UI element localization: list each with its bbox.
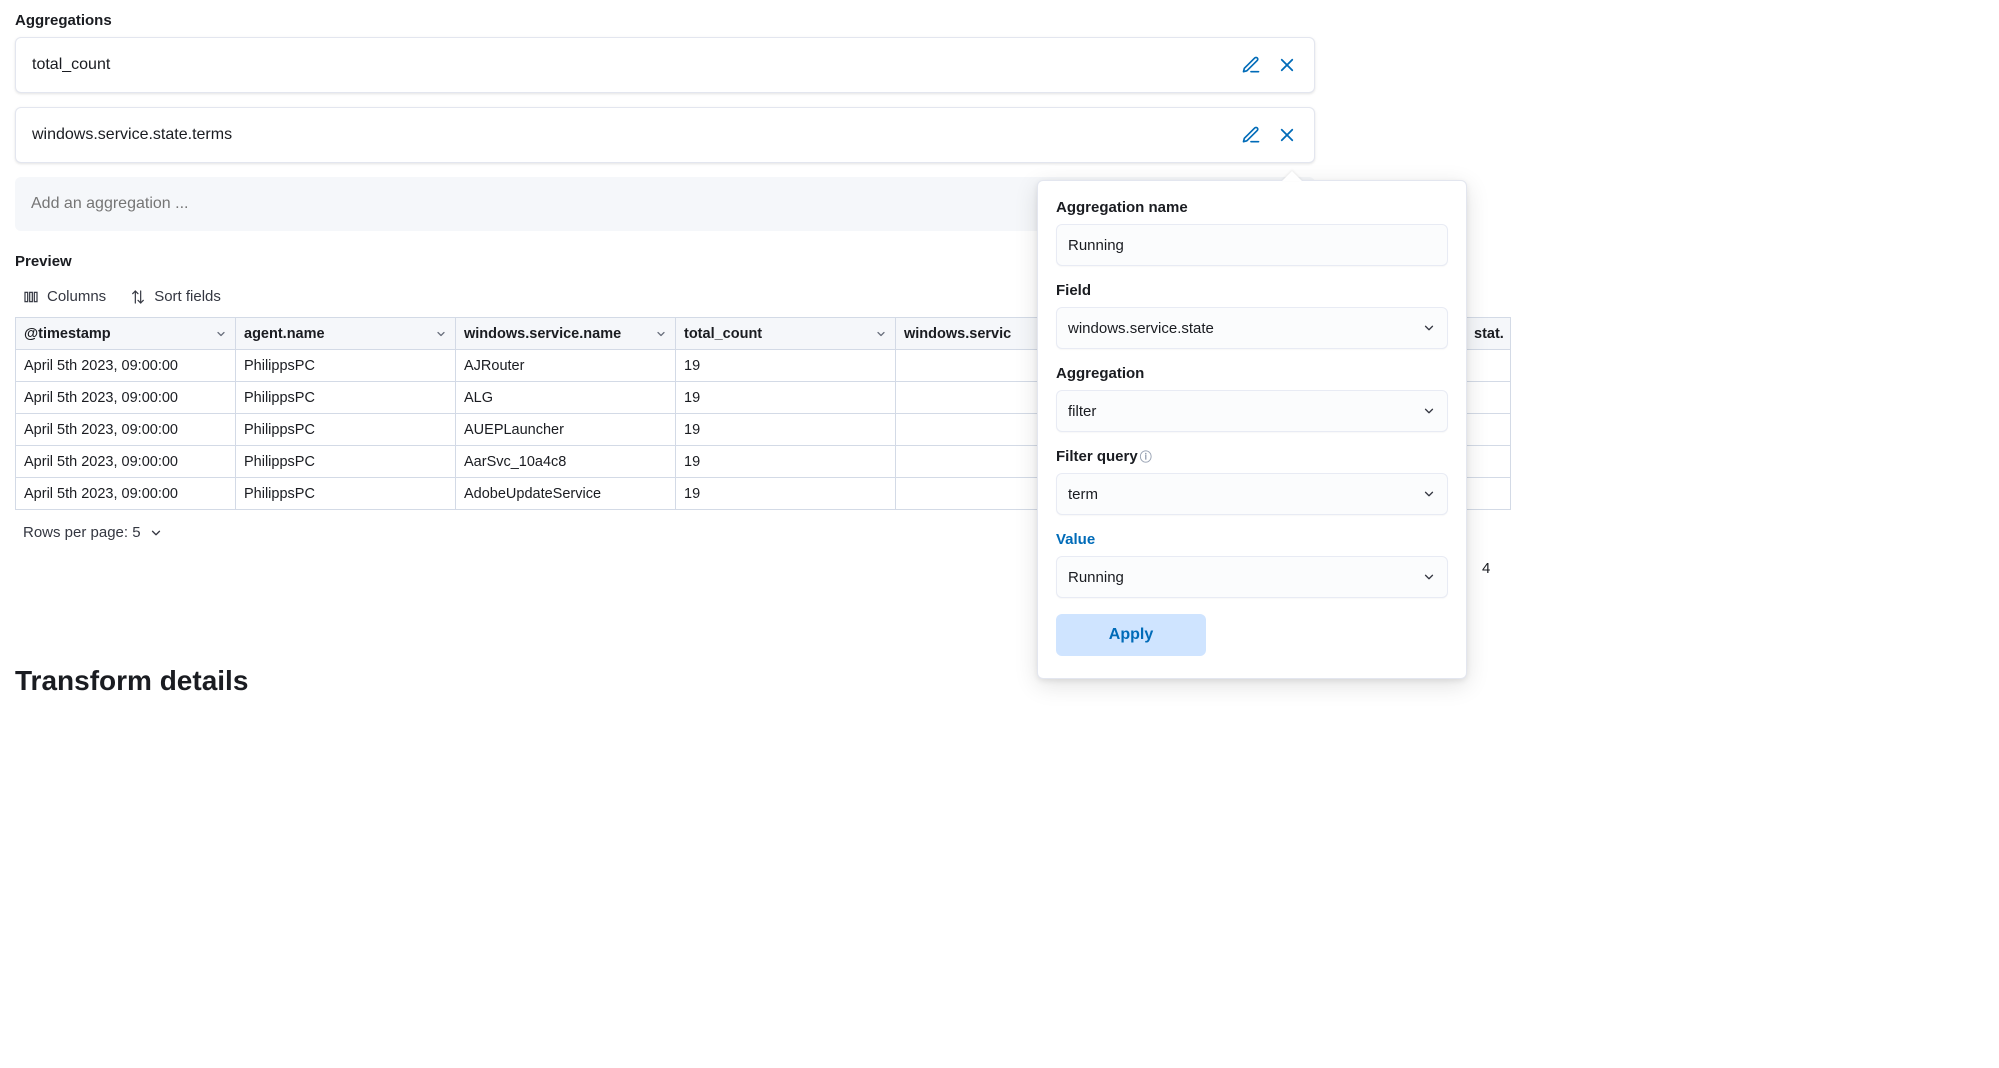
column-header-label: agent.name [244,326,325,342]
pencil-icon [1241,55,1261,75]
chevron-down-icon [215,328,227,340]
apply-button[interactable]: Apply [1056,614,1206,656]
aggregation-name: windows.service.state.terms [32,126,232,144]
cell-timestamp: April 5th 2023, 09:00:00 [16,478,236,510]
chevron-down-icon [1422,487,1436,501]
preview-heading: Preview [15,253,1984,270]
cell-agent: PhilippsPC [236,478,456,510]
overflow-number: 4 [1482,560,1490,577]
columns-button[interactable]: Columns [23,288,106,305]
filter-query-label-text: Filter query [1056,448,1138,465]
chevron-down-icon [1422,570,1436,584]
edit-aggregation-button[interactable] [1240,124,1262,146]
aggregation-card: windows.service.state.terms [15,107,1315,163]
aggregation-name-label: Aggregation name [1056,199,1448,216]
aggregation-card: total_count [15,37,1315,93]
column-header-timestamp[interactable]: @timestamp [16,318,236,350]
cell-total: 19 [676,382,896,414]
chevron-down-icon [1422,404,1436,418]
cell-timestamp: April 5th 2023, 09:00:00 [16,382,236,414]
cell-stat [1466,382,1511,414]
close-icon [1278,56,1296,74]
cell-total: 19 [676,478,896,510]
rows-per-page-select[interactable]: Rows per page: 5 [15,510,171,555]
close-icon [1278,126,1296,144]
preview-toolbar: Columns Sort fields [15,278,1984,317]
aggregation-name-input[interactable] [1056,224,1448,266]
aggregations-heading: Aggregations [15,12,1984,29]
cell-timestamp: April 5th 2023, 09:00:00 [16,446,236,478]
sort-fields-label: Sort fields [154,288,221,305]
column-header-label: @timestamp [24,326,111,342]
aggregation-name: total_count [32,56,110,74]
column-header-stat[interactable]: stat. [1466,318,1511,350]
filter-query-select[interactable]: term [1056,473,1448,515]
cell-stat [1466,446,1511,478]
aggregation-type-select[interactable]: filter [1056,390,1448,432]
edit-aggregation-button[interactable] [1240,54,1262,76]
cell-timestamp: April 5th 2023, 09:00:00 [16,414,236,446]
column-header-label: total_count [684,326,762,342]
aggregation-actions [1240,54,1298,76]
cell-service: AJRouter [456,350,676,382]
column-header-label: windows.servic [904,326,1011,342]
aggregation-actions [1240,124,1298,146]
cell-stat [1466,414,1511,446]
chevron-down-icon [1422,321,1436,335]
cell-total: 19 [676,414,896,446]
pencil-icon [1241,125,1261,145]
aggregation-type-value: filter [1068,403,1096,420]
remove-aggregation-button[interactable] [1276,54,1298,76]
cell-agent: PhilippsPC [236,350,456,382]
cell-total: 19 [676,446,896,478]
cell-stat [1466,478,1511,510]
cell-timestamp: April 5th 2023, 09:00:00 [16,350,236,382]
field-select[interactable]: windows.service.state [1056,307,1448,349]
help-icon[interactable]: ⓘ [1140,450,1152,464]
cell-agent: PhilippsPC [236,446,456,478]
cell-service: AarSvc_10a4c8 [456,446,676,478]
filter-query-label: Filter queryⓘ [1056,448,1448,465]
transform-details-heading: Transform details [15,665,1984,697]
field-label: Field [1056,282,1448,299]
value-select-value: Running [1068,569,1124,586]
sort-icon [130,289,146,305]
chevron-down-icon [435,328,447,340]
column-header-total-count[interactable]: total_count [676,318,896,350]
columns-label: Columns [47,288,106,305]
cell-service: ALG [456,382,676,414]
chevron-down-icon [149,526,163,540]
chevron-down-icon [655,328,667,340]
filter-query-value: term [1068,486,1098,503]
column-header-label: stat. [1474,326,1504,342]
columns-icon [23,289,39,305]
cell-service: AdobeUpdateService [456,478,676,510]
column-header-agent[interactable]: agent.name [236,318,456,350]
field-select-value: windows.service.state [1068,320,1214,337]
cell-service: AUEPLauncher [456,414,676,446]
column-header-label: windows.service.name [464,326,621,342]
cell-agent: PhilippsPC [236,382,456,414]
value-label: Value [1056,531,1448,548]
cell-stat [1466,350,1511,382]
cell-agent: PhilippsPC [236,414,456,446]
chevron-down-icon [875,328,887,340]
value-select[interactable]: Running [1056,556,1448,598]
cell-total: 19 [676,350,896,382]
remove-aggregation-button[interactable] [1276,124,1298,146]
rows-per-page-label: Rows per page: 5 [23,524,141,541]
column-header-service-name[interactable]: windows.service.name [456,318,676,350]
aggregation-type-label: Aggregation [1056,365,1448,382]
sort-fields-button[interactable]: Sort fields [130,288,221,305]
aggregation-editor-popover: Aggregation name Field windows.service.s… [1037,180,1467,679]
